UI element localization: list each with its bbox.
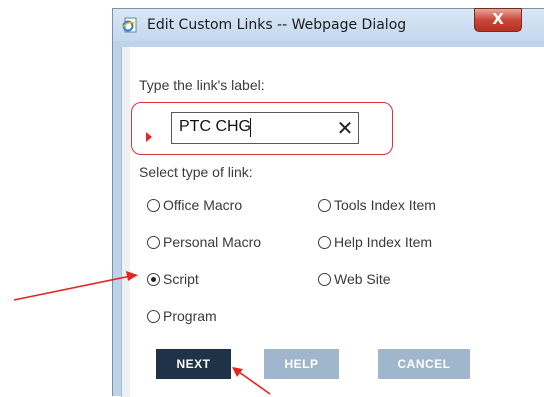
title-bar: Edit Custom Links -- Webpage Dialog X [113, 8, 544, 41]
pointer-marker-icon [146, 132, 152, 142]
link-type-prompt: Select type of link: [139, 164, 253, 180]
radio-label: Program [163, 308, 217, 324]
clear-input-icon[interactable]: ✕ [334, 115, 356, 141]
dialog-title: Edit Custom Links -- Webpage Dialog [147, 17, 407, 33]
help-button[interactable]: HELP [264, 349, 339, 379]
ie-page-icon [122, 17, 137, 33]
radio-label: Web Site [334, 271, 391, 287]
close-button[interactable]: X [474, 8, 522, 32]
radio-button[interactable] [318, 199, 331, 212]
radio-button-selected[interactable] [147, 273, 160, 286]
next-button[interactable]: NEXT [156, 349, 231, 379]
left-margin-strip [122, 47, 130, 397]
text-caret [250, 118, 251, 137]
radio-label: Office Macro [163, 197, 243, 213]
dialog-window: Edit Custom Links -- Webpage Dialog X Ty… [112, 8, 544, 397]
radio-label: Personal Macro [163, 234, 262, 250]
link-label-value: PTC CHG [179, 118, 251, 135]
radio-label: Tools Index Item [334, 197, 436, 213]
radio-label: Script [163, 271, 199, 287]
radio-label: Help Index Item [334, 234, 433, 250]
link-label-input[interactable]: PTC CHG ✕ [171, 112, 359, 144]
cancel-button[interactable]: CANCEL [378, 349, 470, 379]
radio-button[interactable] [147, 236, 160, 249]
radio-button[interactable] [147, 310, 160, 323]
radio-button[interactable] [318, 273, 331, 286]
dialog-content: Type the link's label: PTC CHG ✕ Select … [121, 47, 544, 397]
radio-button[interactable] [147, 199, 160, 212]
radio-button[interactable] [318, 236, 331, 249]
link-label-prompt: Type the link's label: [139, 77, 265, 93]
